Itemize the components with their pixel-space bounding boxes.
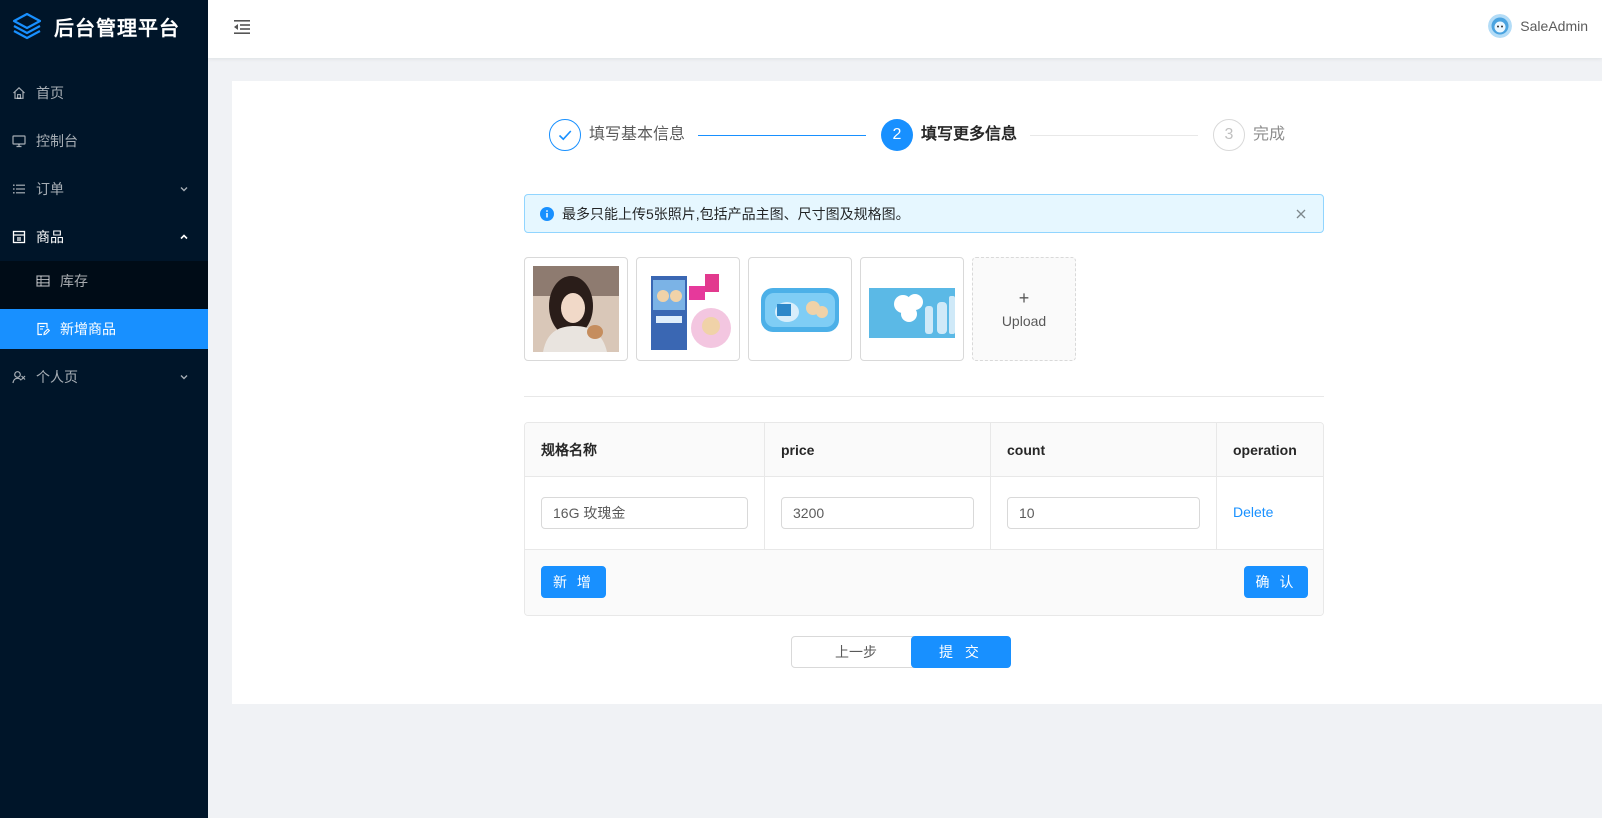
table-header: 规格名称 price count operation — [525, 423, 1323, 477]
step-1-title: 填写基本信息 — [589, 126, 686, 143]
plus-icon: + — [1018, 288, 1030, 308]
delete-link[interactable]: Delete — [1233, 504, 1273, 520]
column-header-count: count — [991, 423, 1217, 477]
username: SaleAdmin — [1520, 18, 1588, 34]
chevron-up-icon — [180, 234, 188, 240]
submit-button[interactable]: 提 交 — [911, 636, 1011, 668]
confirm-button[interactable]: 确 认 — [1244, 566, 1308, 598]
info-alert: 最多只能上传5张照片,包括产品主图、尺寸图及规格图。 — [524, 194, 1324, 233]
sidebar-item-label: 商品 — [36, 229, 64, 245]
column-header-operation: operation — [1233, 442, 1297, 458]
content-card: 填写基本信息 2 填写更多信息 3 完成 最多只能上传5张照片,包括产品主图、尺… — [232, 81, 1602, 704]
photo-woman-thumbnail — [533, 266, 619, 352]
table-row: Delete — [525, 477, 1323, 550]
chevron-down-icon — [180, 187, 188, 192]
column-header-name: 规格名称 — [525, 423, 765, 477]
cell-operation: Delete — [1217, 477, 1323, 549]
step-3-title: 完成 — [1253, 126, 1286, 143]
sidebar-item-label: 个人页 — [36, 369, 78, 385]
cell-count — [991, 477, 1217, 549]
sidebar-item-add-product[interactable]: 新增商品 — [0, 309, 208, 349]
sidebar-item-label: 控制台 — [36, 133, 78, 149]
user-menu[interactable]: SaleAdmin — [1488, 14, 1588, 38]
count-input[interactable] — [1007, 497, 1200, 529]
table-icon — [36, 274, 50, 288]
sidebar-item-label: 新增商品 — [60, 321, 116, 337]
column-header-price: price — [765, 423, 991, 477]
header: SaleAdmin — [208, 0, 1602, 58]
sidebar-item-orders[interactable]: 订单 — [0, 169, 208, 209]
close-icon[interactable] — [1295, 208, 1307, 220]
table-footer: 新 增 确 认 — [525, 550, 1323, 615]
divider — [524, 396, 1324, 397]
prev-step-button[interactable]: 上一步 — [791, 636, 921, 668]
sidebar-item-home[interactable]: 首页 — [0, 73, 208, 113]
info-circle-icon — [540, 207, 554, 221]
sidebar-item-dashboard[interactable]: 控制台 — [0, 121, 208, 161]
spec-table: 规格名称 price count operation Delete 新 增 确 … — [524, 422, 1324, 616]
avatar — [1488, 14, 1513, 38]
uploaded-image[interactable] — [860, 257, 964, 361]
step-2-title: 填写更多信息 — [921, 126, 1018, 143]
alert-message: 最多只能上传5张照片,包括产品主图、尺寸图及规格图。 — [562, 206, 910, 222]
app-title: 后台管理平台 — [54, 17, 180, 40]
step-1-check-icon — [549, 119, 581, 151]
add-row-button[interactable]: 新 增 — [541, 566, 606, 598]
uploaded-image[interactable] — [748, 257, 852, 361]
form-icon — [36, 322, 50, 336]
logo[interactable]: 后台管理平台 — [0, 0, 208, 52]
shop-icon — [12, 230, 26, 244]
step-3-number: 3 — [1213, 119, 1245, 151]
home-icon — [12, 86, 26, 100]
list-icon — [12, 182, 26, 196]
cell-name — [525, 477, 765, 549]
steps: 填写基本信息 2 填写更多信息 3 完成 — [549, 119, 1299, 151]
sidebar-item-profile[interactable]: 个人页 — [0, 357, 208, 397]
menu-fold-icon[interactable] — [232, 17, 252, 37]
upload-label: Upload — [1001, 313, 1047, 329]
products-submenu: 库存 新增商品 — [0, 261, 208, 349]
upload-button[interactable]: + Upload — [972, 257, 1076, 361]
price-input[interactable] — [781, 497, 974, 529]
chevron-down-icon — [180, 375, 188, 380]
step-1-tail — [698, 135, 866, 136]
uploaded-image[interactable] — [636, 257, 740, 361]
product-set-thumbnail — [869, 266, 955, 352]
sidebar-item-label: 订单 — [36, 181, 64, 197]
sidebar-menu: 首页 控制台 订单 商品 库存 新增商品 个人页 — [0, 73, 208, 397]
user-icon — [12, 370, 26, 384]
sidebar-item-inventory[interactable]: 库存 — [0, 261, 208, 301]
spec-name-input[interactable] — [541, 497, 748, 529]
desktop-icon — [12, 134, 26, 148]
layers-logo-icon — [12, 12, 42, 40]
sidebar-item-label: 首页 — [36, 85, 64, 101]
step-2-number: 2 — [881, 119, 913, 151]
sidebar-item-label: 库存 — [60, 273, 88, 289]
product-box-thumbnail — [645, 266, 731, 352]
step-2-tail — [1030, 135, 1198, 136]
sidebar: 后台管理平台 首页 控制台 订单 商品 库存 新增商品 个人页 — [0, 0, 208, 818]
sidebar-item-products[interactable]: 商品 — [0, 217, 208, 257]
cell-price — [765, 477, 991, 549]
uploaded-image[interactable] — [524, 257, 628, 361]
product-case-thumbnail — [757, 266, 843, 352]
